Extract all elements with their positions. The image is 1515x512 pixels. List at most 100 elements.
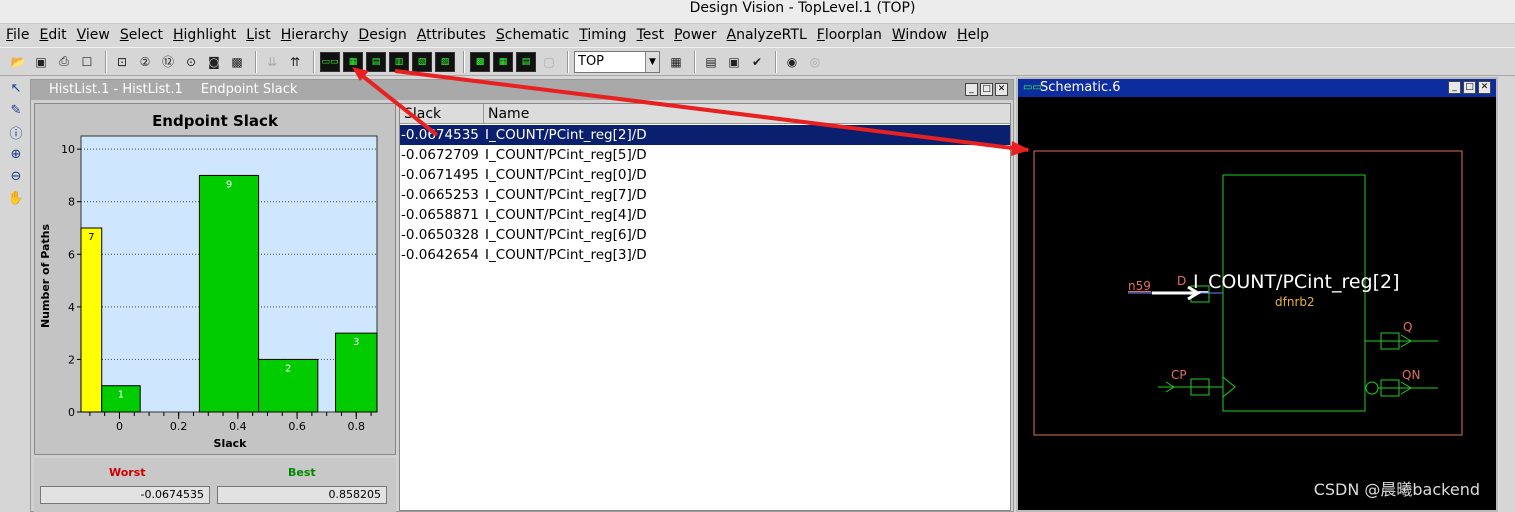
bar-value-label: 2 <box>285 363 291 374</box>
maximize-button[interactable]: □ <box>980 83 993 96</box>
schematic-window: ▭▭ Schematic.6 _ □ ✕ n59 D I_COUNT/PCint… <box>1016 77 1498 512</box>
menu-file[interactable]: File <box>6 27 29 43</box>
zoom-area-icon[interactable]: ⊙ <box>181 52 201 72</box>
column-name[interactable]: Name <box>484 104 1010 124</box>
save-icon[interactable]: ▣ <box>31 52 51 72</box>
toolbar-separator <box>775 50 777 73</box>
arrow-icon <box>1152 285 1201 301</box>
menu-edit[interactable]: Edit <box>39 27 66 43</box>
toolbar: 📂 ▣ ⎙ ☐ ⊡ ② ⑫ ⊙ ◙ ▩ ⇊ ⇈ ▭▭ ▦ ▤ ▥ ▧ ▨ ▩ ▦… <box>0 47 1515 76</box>
print-icon[interactable]: ⎙ <box>54 52 74 72</box>
zoom-fit-icon[interactable]: ⊡ <box>112 52 132 72</box>
list-window-icon[interactable]: ▤ <box>701 52 721 72</box>
path-schematic-icon[interactable]: ▭▭ <box>320 51 340 72</box>
table-row[interactable]: -0.0674535 I_COUNT/PCint_reg[2]/D <box>400 125 1010 145</box>
menu-power[interactable]: Power <box>674 27 716 43</box>
fanin-schematic-icon[interactable]: ▧ <box>412 51 432 72</box>
menu-analyzertl[interactable]: AnalyzeRTL <box>727 27 807 43</box>
table-row[interactable]: -0.0671495 I_COUNT/PCint_reg[0]/D <box>400 165 1010 185</box>
menu-design[interactable]: Design <box>358 27 406 43</box>
menu-list[interactable]: List <box>246 27 271 43</box>
back-icon[interactable]: ◉ <box>782 52 802 72</box>
histogram-bar <box>80 227 103 413</box>
toolbar-separator <box>313 50 315 73</box>
flipflop-body[interactable] <box>1222 174 1366 412</box>
chevron-down-icon[interactable]: ▼ <box>645 51 659 72</box>
net-label[interactable]: n59 <box>1128 279 1151 293</box>
y-tick-label: 6 <box>68 248 75 261</box>
table-row[interactable]: -0.0665253 I_COUNT/PCint_reg[7]/D <box>400 185 1010 205</box>
zoom-in-icon[interactable]: ⊕ <box>6 144 26 164</box>
timing-report-icon[interactable]: ▩ <box>470 51 490 72</box>
design-combo[interactable]: TOP ▼ <box>574 50 660 73</box>
close-button[interactable]: ✕ <box>1478 81 1491 94</box>
close-button[interactable]: ✕ <box>995 83 1008 96</box>
push-down-icon[interactable]: ⇊ <box>262 52 282 72</box>
minimize-button[interactable]: _ <box>965 83 978 96</box>
zoom-select-icon[interactable]: ▩ <box>227 52 247 72</box>
best-value: 0.858205 <box>217 486 387 504</box>
disabled-tool-icon[interactable]: ▢ <box>539 52 559 72</box>
menu-select[interactable]: Select <box>120 27 163 43</box>
row-name: I_COUNT/PCint_reg[5]/D <box>485 147 647 163</box>
watermark: CSDN @晨曦backend <box>1313 480 1480 499</box>
table-row[interactable]: -0.0650328 I_COUNT/PCint_reg[6]/D <box>400 225 1010 245</box>
row-slack: -0.0671495 <box>401 167 479 183</box>
row-slack: -0.0672709 <box>401 147 479 163</box>
schematic-canvas[interactable]: n59 D I_COUNT/PCint_reg[2] dfnrb2 CP Q Q… <box>1018 97 1496 510</box>
menu-attributes[interactable]: Attributes <box>417 27 486 43</box>
x-tick-label: 0.4 <box>229 420 247 433</box>
hierarchy-browser-icon[interactable]: ▦ <box>666 52 686 72</box>
histogram-icon[interactable]: ▦ <box>493 51 513 72</box>
menu-schematic[interactable]: Schematic <box>496 27 569 43</box>
menu-floorplan[interactable]: Floorplan <box>817 27 882 43</box>
zoom-out-icon[interactable]: ⊖ <box>6 166 26 186</box>
pencil-icon[interactable]: ✎ <box>6 100 26 120</box>
row-name: I_COUNT/PCint_reg[3]/D <box>485 247 647 263</box>
check-icon[interactable]: ✔ <box>747 52 767 72</box>
fanout-schematic-icon[interactable]: ▨ <box>435 51 455 72</box>
menu-hierarchy[interactable]: Hierarchy <box>281 27 349 43</box>
cell-boundary[interactable] <box>1033 150 1463 436</box>
zoom-box-icon[interactable]: ◙ <box>204 52 224 72</box>
cell-name: I_COUNT/PCint_reg[2] <box>1193 271 1400 293</box>
folder-open-icon[interactable]: 📂 <box>8 52 28 72</box>
list-header: Slack Name <box>400 104 1010 124</box>
menu-test[interactable]: Test <box>637 27 665 43</box>
minimize-button[interactable]: _ <box>1448 81 1461 94</box>
schematic-icon: ▭▭ <box>1023 82 1042 93</box>
zoom-2-icon[interactable]: ② <box>135 52 155 72</box>
histogram-bar <box>198 174 260 413</box>
cell-schematic-icon[interactable]: ▥ <box>389 51 409 72</box>
menu-view[interactable]: View <box>77 27 110 43</box>
menu-window[interactable]: Window <box>892 27 947 43</box>
row-slack: -0.0642654 <box>401 247 479 263</box>
maximize-button[interactable]: □ <box>1463 81 1476 94</box>
worst-value: -0.0674535 <box>40 486 210 504</box>
pop-up-icon[interactable]: ⇈ <box>285 52 305 72</box>
forward-icon[interactable]: ◎ <box>805 52 825 72</box>
table-row[interactable]: -0.0642654 I_COUNT/PCint_reg[3]/D <box>400 245 1010 265</box>
hand-icon[interactable]: ✋ <box>6 188 26 208</box>
row-slack: -0.0650328 <box>401 227 479 243</box>
table-row[interactable]: -0.0672709 I_COUNT/PCint_reg[5]/D <box>400 145 1010 165</box>
symbol-view-icon[interactable]: ▤ <box>366 51 386 72</box>
toolbar-separator <box>105 50 107 73</box>
chip-icon[interactable]: ▣ <box>724 52 744 72</box>
design-schematic-icon[interactable]: ▦ <box>343 51 363 72</box>
menu-highlight[interactable]: Highlight <box>173 27 236 43</box>
histlist-title: HistList.1 - HistList.1 <box>49 82 183 97</box>
zoom-12-icon[interactable]: ⑫ <box>158 52 178 72</box>
histlist-subtitle: Endpoint Slack <box>200 82 298 97</box>
histogram-chart: Endpoint Slack Slack Number of Paths 0 2 4… <box>34 103 396 455</box>
menu-help[interactable]: Help <box>957 27 989 43</box>
x-tick-label: 0.2 <box>170 420 188 433</box>
table-row[interactable]: -0.0658871 I_COUNT/PCint_reg[4]/D <box>400 205 1010 225</box>
info-icon[interactable]: ⓘ <box>6 122 26 142</box>
pointer-icon[interactable]: ↖ <box>6 78 26 98</box>
column-slack[interactable]: Slack <box>400 104 484 124</box>
row-slack: -0.0658871 <box>401 207 479 223</box>
menu-timing[interactable]: Timing <box>579 27 626 43</box>
path-slack-icon[interactable]: ▤ <box>516 51 536 72</box>
properties-icon[interactable]: ☐ <box>77 52 97 72</box>
